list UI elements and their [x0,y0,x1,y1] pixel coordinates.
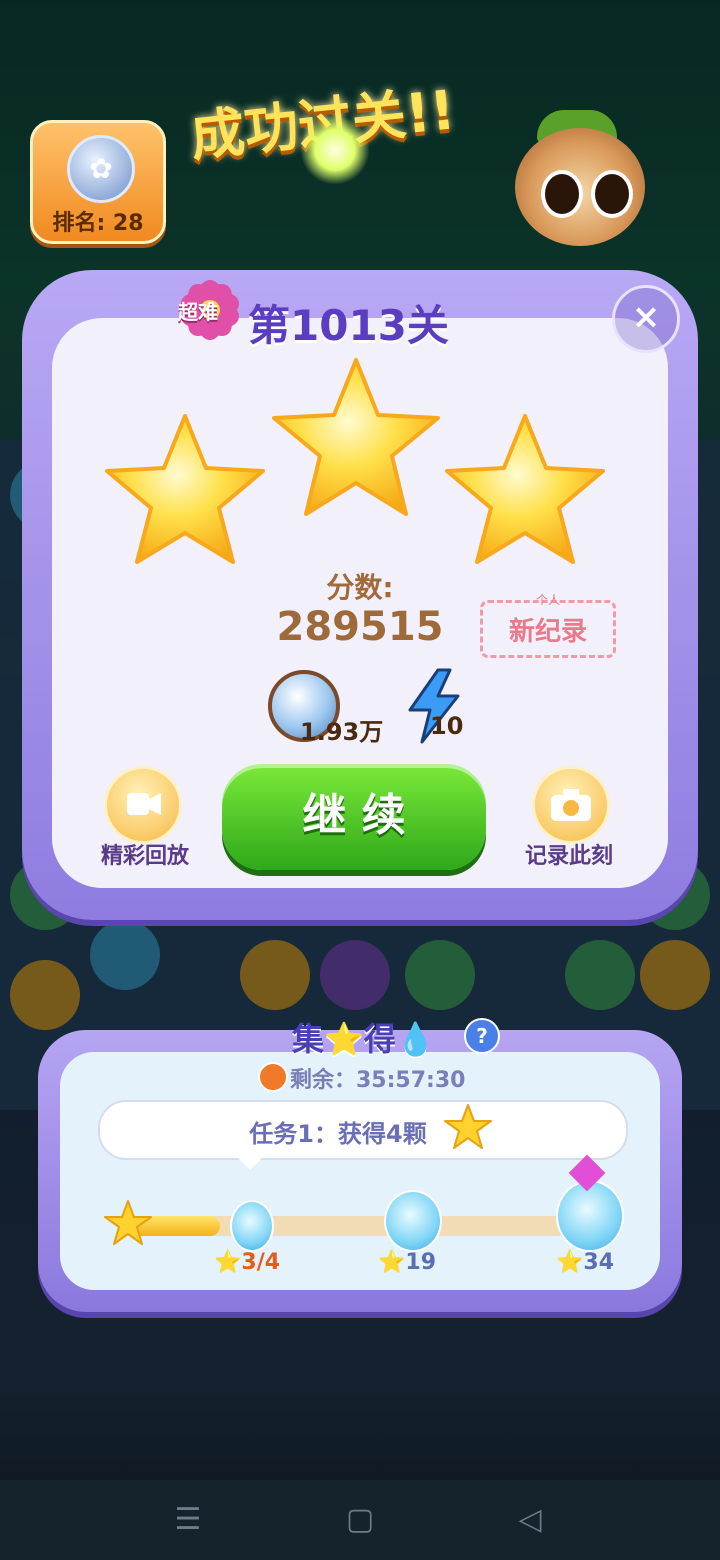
close-button[interactable]: × [612,285,680,353]
coin-reward: 1.93万 [300,718,384,746]
event-timer: 剩余：35:57:30 [290,1068,466,1093]
milestone-2-label: ⭐19 [378,1250,437,1275]
star-icon [445,414,605,564]
rank-badge[interactable]: ✿ 排名: 28 [30,120,166,244]
star-rating [105,358,605,564]
capture-label[interactable]: 记录此刻 [504,838,634,870]
difficulty-label: 超难 [178,300,218,324]
star-icon [272,358,440,516]
water-drop-bottle-icon[interactable] [230,1200,274,1252]
milestone-1-value: 3/4 [241,1250,281,1275]
timer-icon [258,1062,288,1092]
task-pill: 任务1：获得4颗 [98,1100,628,1160]
back-icon[interactable]: ◁ [510,1500,550,1540]
rank-shield-icon: ✿ [67,135,135,203]
record-small-label: 个人 [535,593,560,607]
milestone-3-label: ⭐34 [556,1250,615,1275]
home-icon[interactable]: ▢ [340,1500,380,1540]
water-drop-bottle-icon[interactable] [556,1180,624,1252]
star-icon [444,1104,492,1149]
rank-label: 排名: 28 [52,211,144,236]
replay-label[interactable]: 精彩回放 [80,838,210,870]
water-drop-bottle-icon[interactable] [384,1190,442,1252]
star-icon [105,414,265,564]
replay-button[interactable] [104,766,182,844]
continue-button[interactable]: 继 续 [222,764,486,870]
menu-icon[interactable]: ☰ [168,1500,208,1540]
milestone-1-label: ⭐3/4 [214,1250,281,1275]
record-label: 新纪录 [508,617,587,647]
score-label: 分数: [326,571,394,604]
milestone-2-value: 19 [405,1250,437,1275]
task-label: 任务1：获得4颗 [249,1120,427,1148]
video-replay-icon [127,793,161,815]
mascot-eye [591,170,633,218]
help-icon[interactable]: ? [464,1018,500,1054]
task-pointer [236,1156,264,1170]
star-icon [104,1200,152,1245]
bolt-reward: 10 [430,712,464,740]
milestone-3-value: 34 [583,1250,615,1275]
camera-icon [551,789,591,821]
level-title: 第1013关 [248,301,449,350]
score-value: 289515 [276,604,444,650]
firework-icon [300,115,370,185]
new-record-stamp: 个人 新纪录 [480,593,616,658]
raccoon-mascot [505,110,655,270]
collect-event-title: 集⭐得💧 [292,1020,436,1058]
capture-button[interactable] [532,766,610,844]
mascot-eye [541,170,583,218]
